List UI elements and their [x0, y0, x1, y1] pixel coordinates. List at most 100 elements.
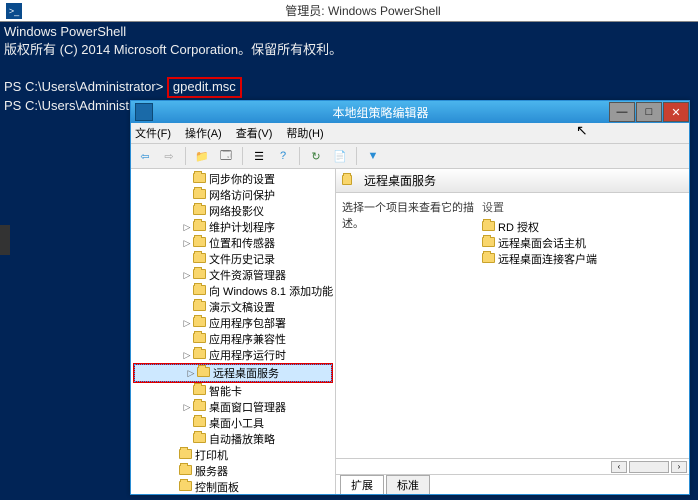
mmc-titlebar[interactable]: 本地组策略编辑器 — □ ✕ — [131, 101, 689, 123]
folder-icon — [193, 301, 207, 313]
folder-icon — [193, 253, 207, 265]
list-item[interactable]: 远程桌面连接客户端 — [482, 251, 683, 267]
tree-item-label: 向 Windows 8.1 添加功能 — [209, 283, 333, 299]
tree-item[interactable]: 自动播放策略 — [131, 431, 335, 447]
mmc-title: 本地组策略编辑器 — [153, 104, 608, 121]
menu-view[interactable]: 查看(V) — [236, 125, 273, 141]
tree-item-label: 桌面小工具 — [209, 415, 264, 431]
help-button[interactable]: ? — [273, 146, 293, 166]
horizontal-scrollbar[interactable]: ‹ › — [336, 458, 689, 474]
details-pane: 远程桌面服务 选择一个项目来查看它的描述。 设置 RD 授权远程桌面会话主机远程… — [336, 169, 689, 494]
toolbar: ⇦ ⇨ 📁 🗔 ☰ ? ↻ 📄 ▼ — [131, 143, 689, 169]
tree-item[interactable]: 服务器 — [131, 463, 335, 479]
details-description: 选择一个项目来查看它的描述。 — [342, 199, 482, 452]
tree-item-label: 桌面窗口管理器 — [209, 399, 286, 415]
expand-icon[interactable]: ▷ — [181, 270, 193, 281]
tab-extended[interactable]: 扩展 — [340, 475, 384, 494]
folder-icon — [342, 175, 356, 187]
close-button[interactable]: ✕ — [663, 102, 689, 122]
expand-icon[interactable]: ▷ — [181, 238, 193, 249]
refresh-button[interactable]: ↻ — [306, 146, 326, 166]
folder-icon — [193, 269, 207, 281]
list-button[interactable]: ☰ — [249, 146, 269, 166]
tree-item-label: 同步你的设置 — [209, 171, 275, 187]
export-button[interactable]: 📄 — [330, 146, 350, 166]
system-menu-icon[interactable] — [135, 103, 153, 121]
tree-item-label: 远程桌面服务 — [213, 365, 279, 381]
tree-item[interactable]: ▷ 位置和传感器 — [131, 235, 335, 251]
ps-prompt: PS C:\Users\Administrator> — [4, 79, 167, 94]
list-item-label: 远程桌面连接客户端 — [498, 251, 597, 267]
filter-button[interactable]: ▼ — [363, 146, 383, 166]
forward-button[interactable]: ⇨ — [159, 146, 179, 166]
folder-icon — [193, 189, 207, 201]
scroll-thumb[interactable] — [629, 461, 669, 473]
folder-icon — [193, 333, 207, 345]
list-item-label: 远程桌面会话主机 — [498, 235, 586, 251]
tree-item[interactable]: ▷ 应用程序包部署 — [131, 315, 335, 331]
tree-item-label: 控制面板 — [195, 479, 239, 494]
column-header-setting[interactable]: 设置 — [482, 199, 683, 215]
tree-item-label: 网络访问保护 — [209, 187, 275, 203]
scroll-left-button[interactable]: ‹ — [611, 461, 627, 473]
tree-item[interactable]: 应用程序兼容性 — [131, 331, 335, 347]
list-item[interactable]: RD 授权 — [482, 219, 683, 235]
powershell-icon: >_ — [6, 3, 22, 19]
tree-item[interactable]: 打印机 — [131, 447, 335, 463]
tree-item-label: 智能卡 — [209, 383, 242, 399]
expand-icon[interactable]: ▷ — [181, 318, 193, 329]
tree-item[interactable]: 向 Windows 8.1 添加功能 — [131, 283, 335, 299]
tree-item-label: 文件资源管理器 — [209, 267, 286, 283]
tree-item-label: 位置和传感器 — [209, 235, 275, 251]
tree-item[interactable]: 网络投影仪 — [131, 203, 335, 219]
tree-item[interactable]: ▷应用程序运行时 — [131, 347, 335, 363]
tree-item[interactable]: 网络访问保护 — [131, 187, 335, 203]
folder-icon — [179, 449, 193, 461]
toolbar-separator — [299, 147, 300, 165]
menu-help[interactable]: 帮助(H) — [286, 125, 323, 141]
expand-icon[interactable]: ▷ — [185, 368, 197, 379]
folder-icon — [193, 349, 207, 361]
menu-file[interactable]: 文件(F) — [135, 125, 171, 141]
minimize-button[interactable]: — — [609, 102, 635, 122]
up-button[interactable]: 📁 — [192, 146, 212, 166]
tree-item-label: 维护计划程序 — [209, 219, 275, 235]
tree-item[interactable]: ▷ 远程桌面服务 — [135, 365, 331, 381]
list-item-label: RD 授权 — [498, 219, 539, 235]
tree-item-label: 应用程序包部署 — [209, 315, 286, 331]
back-button[interactable]: ⇦ — [135, 146, 155, 166]
tree-pane[interactable]: 同步你的设置网络访问保护网络投影仪 ▷ 维护计划程序 ▷ 位置和传感器文件历史记录 ▷ 文件… — [131, 169, 336, 494]
ps-titlebar[interactable]: >_ 管理员: Windows PowerShell — [0, 0, 698, 22]
tree-item[interactable]: 同步你的设置 — [131, 171, 335, 187]
folder-icon — [193, 317, 207, 329]
toolbar-separator — [185, 147, 186, 165]
tree-item[interactable]: 文件历史记录 — [131, 251, 335, 267]
ps-command-highlight: gpedit.msc — [167, 77, 242, 98]
expand-icon[interactable]: ▷ — [181, 350, 193, 361]
tree-item[interactable]: ▷ 桌面窗口管理器 — [131, 399, 335, 415]
tree-item[interactable]: ▷ 维护计划程序 — [131, 219, 335, 235]
folder-icon — [193, 433, 207, 445]
gpedit-window: 本地组策略编辑器 — □ ✕ 文件(F) 操作(A) 查看(V) 帮助(H) ⇦… — [130, 100, 690, 495]
properties-button[interactable]: 🗔 — [216, 146, 236, 166]
menu-bar: 文件(F) 操作(A) 查看(V) 帮助(H) — [131, 123, 689, 143]
folder-icon — [482, 237, 496, 249]
tab-standard[interactable]: 标准 — [386, 475, 430, 494]
tree-item[interactable]: 演示文稿设置 — [131, 299, 335, 315]
ps-line: Windows PowerShell — [4, 24, 126, 39]
tree-item-label: 服务器 — [195, 463, 228, 479]
expand-icon[interactable]: ▷ — [181, 402, 193, 413]
scroll-right-button[interactable]: › — [671, 461, 687, 473]
tree-item[interactable]: ▷ 文件资源管理器 — [131, 267, 335, 283]
list-item[interactable]: 远程桌面会话主机 — [482, 235, 683, 251]
tree-item-label: 文件历史记录 — [209, 251, 275, 267]
expand-icon[interactable]: ▷ — [181, 222, 193, 233]
tree-item-label: 应用程序兼容性 — [209, 331, 286, 347]
tree-item[interactable]: 智能卡 — [131, 383, 335, 399]
folder-icon — [193, 205, 207, 217]
menu-action[interactable]: 操作(A) — [185, 125, 222, 141]
details-list: 设置 RD 授权远程桌面会话主机远程桌面连接客户端 — [482, 199, 683, 452]
maximize-button[interactable]: □ — [636, 102, 662, 122]
tree-item[interactable]: 桌面小工具 — [131, 415, 335, 431]
tree-item[interactable]: 控制面板 — [131, 479, 335, 494]
